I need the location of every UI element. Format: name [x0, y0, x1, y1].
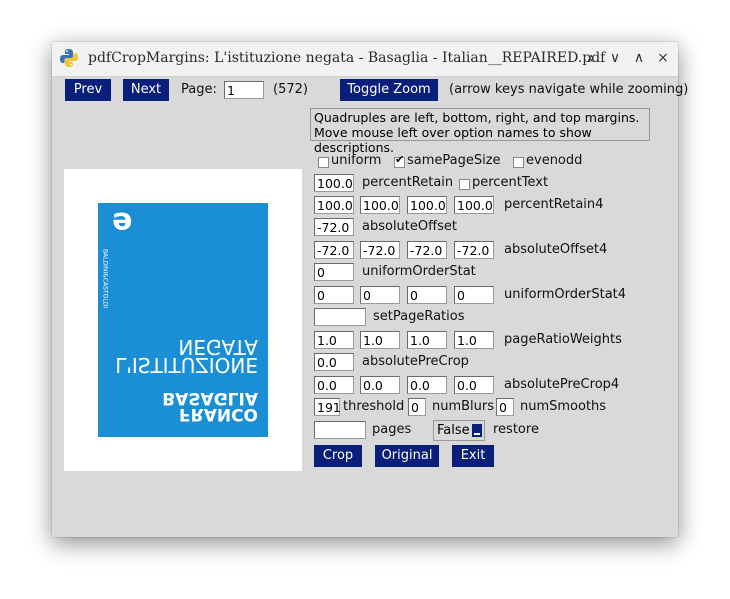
num-smooths-label: numSmooths	[520, 399, 607, 414]
page-label: Page:	[181, 82, 217, 97]
info-line-2: Move mouse left over option names to sho…	[314, 125, 592, 155]
close-icon[interactable]: ×	[654, 49, 672, 67]
uniform-order-stat4-label: uniformOrderStat4	[504, 287, 627, 302]
num-smooths-input[interactable]: 0	[496, 398, 514, 416]
python-icon	[60, 49, 78, 67]
book-cover: e BALDINI&CASTOLDI NEGATA L'ISTITUZIONE …	[98, 203, 268, 437]
num-blurs-input[interactable]: 0	[408, 398, 426, 416]
toggle-zoom-button[interactable]: Toggle Zoom	[340, 79, 438, 101]
set-page-ratios-label: setPageRatios	[373, 309, 465, 324]
uniform-order-stat4-right[interactable]: 0	[407, 286, 447, 304]
check-icon: ✔	[395, 153, 405, 166]
absolute-pre-crop-label: absolutePreCrop	[362, 354, 469, 369]
absolute-pre-crop4-left[interactable]: 0.0	[314, 376, 354, 394]
prev-button[interactable]: Prev	[65, 79, 111, 101]
uniform-order-stat-label: uniformOrderStat	[362, 264, 476, 279]
absolute-pre-crop4-label: absolutePreCrop4	[504, 377, 620, 392]
uniform-order-stat-input[interactable]: 0	[314, 263, 354, 281]
info-box: Quadruples are left, bottom, right, and …	[310, 108, 650, 155]
page-ratio-weights-bottom[interactable]: 1.0	[360, 331, 400, 349]
title-bar: pdfCropMargins: L'istituzione negata - B…	[52, 42, 678, 77]
publisher-name: BALDINI&CASTOLDI	[101, 248, 109, 309]
percent-retain4-bottom[interactable]: 100.0	[360, 196, 400, 214]
restore-label: restore	[493, 422, 539, 437]
percenttext-label[interactable]: percentText	[472, 174, 548, 192]
percent-retain-label: percentRetain	[362, 175, 454, 190]
cover-title-line-2: L'ISTITUZIONE	[115, 353, 258, 377]
percent-retain4-left[interactable]: 100.0	[314, 196, 354, 214]
percent-retain-input[interactable]: 100.0	[314, 174, 354, 192]
uniform-label[interactable]: uniform	[331, 152, 381, 170]
threshold-label: threshold	[343, 399, 405, 414]
absolute-offset4-bottom[interactable]: -72.0	[360, 241, 400, 259]
threshold-input[interactable]: 191	[314, 398, 341, 416]
pages-input[interactable]	[314, 421, 366, 439]
page-preview[interactable]: e BALDINI&CASTOLDI NEGATA L'ISTITUZIONE …	[64, 169, 302, 471]
restore-value: False	[437, 423, 470, 438]
evenodd-checkbox[interactable]	[513, 157, 524, 168]
page-ratio-weights-left[interactable]: 1.0	[314, 331, 354, 349]
exit-button[interactable]: Exit	[452, 445, 494, 467]
num-blurs-label: numBlurs	[432, 399, 495, 414]
absolute-offset-label: absoluteOffset	[362, 219, 457, 234]
absolute-offset4-top[interactable]: -72.0	[454, 241, 494, 259]
absolute-offset4-label: absoluteOffset4	[504, 242, 608, 257]
page-ratio-weights-label: pageRatioWeights	[504, 332, 622, 347]
original-button[interactable]: Original	[375, 445, 439, 467]
samepagesize-label[interactable]: samePageSize	[407, 152, 501, 170]
percent-retain4-label: percentRetain4	[504, 197, 604, 212]
evenodd-label[interactable]: evenodd	[526, 152, 582, 170]
absolute-offset-input[interactable]: -72.0	[314, 218, 354, 236]
minimize-icon[interactable]: ∨	[606, 49, 624, 67]
uniform-order-stat4-top[interactable]: 0	[454, 286, 494, 304]
page-ratio-weights-top[interactable]: 1.0	[454, 331, 494, 349]
percenttext-checkbox[interactable]	[459, 179, 470, 190]
absolute-pre-crop-input[interactable]: 0.0	[314, 353, 354, 371]
percent-retain4-top[interactable]: 100.0	[454, 196, 494, 214]
uniform-checkbox[interactable]	[318, 157, 329, 168]
absolute-pre-crop4-bottom[interactable]: 0.0	[360, 376, 400, 394]
absolute-pre-crop4-right[interactable]: 0.0	[407, 376, 447, 394]
restore-dropdown[interactable]: False	[433, 420, 485, 441]
publisher-logo: e	[112, 205, 133, 240]
absolute-pre-crop4-top[interactable]: 0.0	[454, 376, 494, 394]
next-button[interactable]: Next	[123, 79, 169, 101]
window-title: pdfCropMargins: L'istituzione negata - B…	[88, 50, 606, 66]
percent-retain4-right[interactable]: 100.0	[407, 196, 447, 214]
page-count: (572)	[273, 82, 308, 97]
zoom-hint: (arrow keys navigate while zooming)	[449, 82, 689, 97]
shade-icon[interactable]: ⩓	[582, 49, 600, 67]
samepagesize-checkbox[interactable]: ✔	[394, 153, 405, 168]
app-window: pdfCropMargins: L'istituzione negata - B…	[52, 42, 688, 537]
page-ratio-weights-right[interactable]: 1.0	[407, 331, 447, 349]
info-line-1: Quadruples are left, bottom, right, and …	[314, 110, 640, 125]
maximize-icon[interactable]: ∧	[630, 49, 648, 67]
uniform-order-stat4-left[interactable]: 0	[314, 286, 354, 304]
set-page-ratios-input[interactable]	[314, 308, 366, 326]
absolute-offset4-right[interactable]: -72.0	[407, 241, 447, 259]
dropdown-icon	[472, 424, 482, 437]
absolute-offset4-left[interactable]: -72.0	[314, 241, 354, 259]
uniform-order-stat4-bottom[interactable]: 0	[360, 286, 400, 304]
pages-label: pages	[372, 422, 412, 437]
cover-author-line-2: FRANCO	[178, 404, 258, 424]
crop-button[interactable]: Crop	[314, 445, 362, 467]
page-input[interactable]: 1	[224, 81, 264, 99]
